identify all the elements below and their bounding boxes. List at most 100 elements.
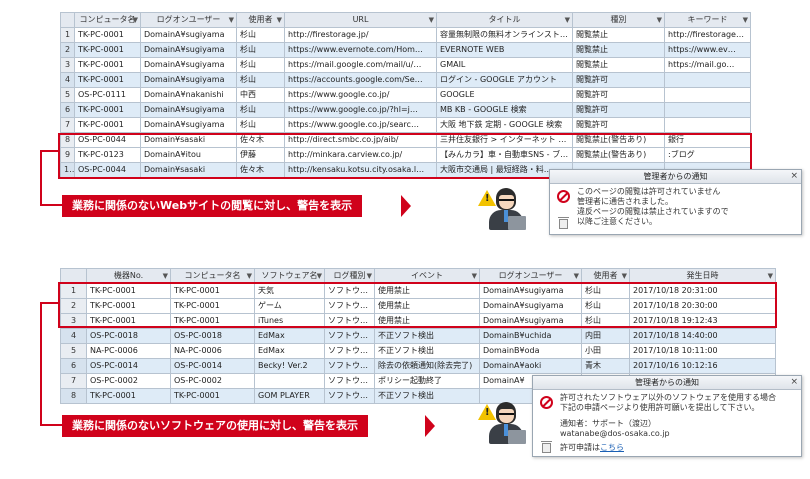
trash-icon[interactable]	[541, 441, 552, 453]
table-cell: TK-PC-0001	[74, 102, 141, 118]
software-warning-banner-tail	[425, 415, 435, 437]
table-cell: TK-PC-0001	[74, 57, 141, 73]
user-at-laptop-illustration: !	[478, 188, 526, 232]
column-header[interactable]: 使用者 ▼	[581, 268, 630, 284]
column-header[interactable]: コンピュータ名 ▼	[74, 12, 141, 28]
filter-icon[interactable]: ▼	[574, 270, 579, 283]
web-warning-banner-tail	[401, 195, 411, 217]
table-row[interactable]: 9 TK-PC-0123 DomainA¥itou 伊藤 http://minkara.…	[60, 147, 751, 163]
table-row[interactable]: 2 TK-PC-0001 DomainA¥sugiyama 杉山 https://www…	[60, 42, 751, 58]
filter-icon[interactable]: ▼	[622, 270, 627, 283]
laptop-icon	[508, 216, 526, 230]
filter-icon[interactable]: ▼	[657, 14, 662, 27]
close-icon[interactable]: ×	[790, 376, 798, 389]
table-cell: OS-PC-0044	[74, 162, 141, 178]
apply-link[interactable]: こちら	[600, 443, 624, 452]
filter-icon[interactable]: ▼	[768, 270, 773, 283]
table-row[interactable]: 4 OS-PC-0018 OS-PC-0018 EdMax ソフトウェア 不正ソフト検出 D…	[60, 328, 776, 344]
row-number: 2	[60, 42, 75, 58]
table-row[interactable]: 2 TK-PC-0001 TK-PC-0001 ゲーム ソフトウェア 使用禁止 Domain…	[60, 298, 776, 314]
row-number: 6	[60, 358, 87, 374]
popup-message-line: 管理者に通告されました。	[577, 197, 673, 206]
table-row[interactable]: 4 TK-PC-0001 DomainA¥sugiyama 杉山 https://acc…	[60, 72, 751, 88]
row-number: 3	[60, 313, 87, 329]
table-cell: ポリシー起動終了	[374, 373, 480, 389]
column-header[interactable]	[60, 12, 75, 28]
table-cell: 中西	[236, 87, 285, 103]
filter-icon[interactable]: ▼	[277, 14, 282, 27]
table-cell: 青木	[581, 358, 630, 374]
column-header-label: 使用者	[593, 271, 618, 280]
column-header[interactable]: ログオンユーザー ▼	[140, 12, 237, 28]
popup-title: 管理者からの通知	[643, 172, 708, 181]
column-header-label: コンピュータ名	[79, 15, 136, 24]
column-header[interactable]: 使用者 ▼	[236, 12, 285, 28]
table-row[interactable]: 6 OS-PC-0014 OS-PC-0014 Becky! Ver.2 ソフトウェア除…	[60, 358, 776, 374]
table2-connector-vertical	[40, 302, 42, 426]
table-cell: 杉山	[236, 102, 285, 118]
column-header[interactable]: 種別 ▼	[572, 12, 665, 28]
table-cell: OS-PC-0018	[86, 328, 171, 344]
table-row[interactable]: 8 OS-PC-0044 Domain¥sasaki 佐々木 http://direct…	[60, 132, 751, 148]
table-row[interactable]: 7 TK-PC-0001 DomainA¥sugiyama 杉山 https://www…	[60, 117, 751, 133]
prohibited-icon	[540, 396, 553, 409]
filter-icon[interactable]: ▼	[472, 270, 477, 283]
row-number: 7	[60, 117, 75, 133]
table-cell: Domain¥sasaki	[140, 162, 237, 178]
column-header[interactable]: ログ種別 ▼	[324, 268, 375, 284]
table-cell: 杉山	[236, 42, 285, 58]
column-header[interactable]: コンピュータ名 ▼	[170, 268, 255, 284]
column-header-label: ログオンユーザー	[156, 15, 221, 24]
column-header[interactable]: ソフトウェア名 ▼	[254, 268, 325, 284]
table-cell: 閲覧許可	[572, 102, 665, 118]
column-header[interactable]: タイトル ▼	[436, 12, 573, 28]
table-cell: ゲーム	[254, 298, 325, 314]
filter-icon[interactable]: ▼	[317, 270, 322, 283]
table-row[interactable]: 3 TK-PC-0001 DomainA¥sugiyama 杉山 https://mai…	[60, 57, 751, 73]
column-header[interactable]	[60, 268, 87, 284]
table2-connector-top	[40, 302, 59, 304]
table-cell: ソフトウェア	[324, 343, 375, 359]
filter-icon[interactable]: ▼	[429, 14, 434, 27]
table-cell: ソフトウェア	[324, 298, 375, 314]
column-header[interactable]: URL ▼	[284, 12, 437, 28]
column-header[interactable]: ログオンユーザー ▼	[479, 268, 582, 284]
table-cell: 2017/10/18 10:11:00	[629, 343, 776, 359]
table-cell: DomainA¥sugiyama	[140, 27, 237, 43]
filter-icon[interactable]: ▼	[229, 14, 234, 27]
person-face	[499, 195, 514, 209]
filter-icon[interactable]: ▼	[743, 14, 748, 27]
table-row[interactable]: 6 TK-PC-0001 DomainA¥sugiyama 杉山 https://www…	[60, 102, 751, 118]
table-cell: 佐々木	[236, 162, 285, 178]
column-header[interactable]: イベント ▼	[374, 268, 480, 284]
filter-icon[interactable]: ▼	[367, 270, 372, 283]
table-cell: Becky! Ver.2	[254, 358, 325, 374]
table-row[interactable]: 5 OS-PC-0111 DomainA¥nakanishi 中西 https://ww…	[60, 87, 751, 103]
person-face	[499, 409, 514, 423]
table-cell: 不正ソフト検出	[374, 343, 480, 359]
table-cell: 【みんカラ】車・自動車SNS - ブロ…	[436, 147, 573, 163]
filter-icon[interactable]: ▼	[133, 14, 138, 27]
column-header-label: イベント	[411, 271, 443, 280]
trash-icon[interactable]	[558, 217, 569, 229]
column-header[interactable]: 発生日時 ▼	[629, 268, 776, 284]
filter-icon[interactable]: ▼	[163, 270, 168, 283]
table-row[interactable]: 1 TK-PC-0001 DomainA¥sugiyama 杉山 http://fire…	[60, 27, 751, 43]
table-cell: DomainA¥itou	[140, 147, 237, 163]
close-icon[interactable]: ×	[790, 170, 798, 183]
table-cell: GOOGLE	[436, 87, 573, 103]
table-cell: https://www.evernote.com/Hom…	[284, 42, 437, 58]
row-number: 8	[60, 388, 87, 404]
warning-exclamation: !	[485, 193, 490, 204]
popup-title: 管理者からの通知	[635, 378, 699, 387]
table-cell: :ブログ	[664, 147, 751, 163]
column-header[interactable]: キーワード ▼	[664, 12, 751, 28]
table-row[interactable]: 5 NA-PC-0006 NA-PC-0006 EdMax ソフトウェア 不正ソフト検出 D…	[60, 343, 776, 359]
column-header[interactable]: 機器No. ▼	[86, 268, 171, 284]
table-row[interactable]: 3 TK-PC-0001 TK-PC-0001 iTunes ソフトウェア 使用禁止 Dom…	[60, 313, 776, 329]
table-cell: TK-PC-0001	[86, 388, 171, 404]
filter-icon[interactable]: ▼	[247, 270, 252, 283]
table-cell: OS-PC-0014	[86, 358, 171, 374]
table-row[interactable]: 1 TK-PC-0001 TK-PC-0001 天気 ソフトウェア 使用禁止 DomainA…	[60, 283, 776, 299]
filter-icon[interactable]: ▼	[565, 14, 570, 27]
